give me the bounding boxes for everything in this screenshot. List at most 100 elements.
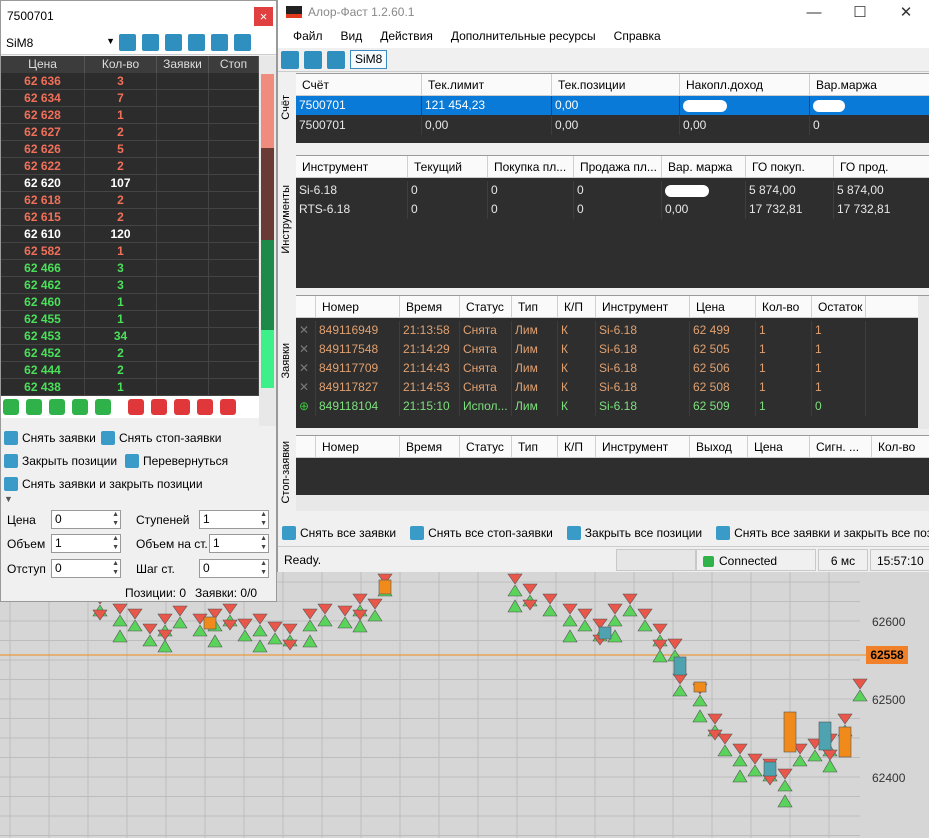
row-orders[interactable] — [157, 73, 209, 90]
order-book-row[interactable]: 62 460 1 — [1, 294, 259, 311]
col-header[interactable]: Инструмент — [596, 436, 690, 458]
order-book-row[interactable]: 62 626 5 — [1, 141, 259, 158]
order-book-row[interactable]: 62 453 34 — [1, 328, 259, 345]
order-book-row[interactable]: 62 620 107 — [1, 175, 259, 192]
row-orders[interactable] — [157, 243, 209, 260]
row-orders[interactable] — [157, 124, 209, 141]
row-stops[interactable] — [209, 192, 259, 209]
order-book-row[interactable]: 62 455 1 — [1, 311, 259, 328]
row-price[interactable]: 62 628 — [1, 107, 85, 124]
row-stops[interactable] — [209, 345, 259, 362]
order-book-row[interactable]: 62 622 2 — [1, 158, 259, 175]
order-book-row[interactable]: 62 462 3 — [1, 277, 259, 294]
row-stops[interactable] — [209, 124, 259, 141]
row-orders[interactable] — [157, 294, 209, 311]
col-header[interactable]: ГО покуп. — [746, 156, 834, 178]
chart-icon[interactable] — [327, 50, 345, 69]
row-orders[interactable] — [157, 141, 209, 158]
menu-resources[interactable]: Дополнительные ресурсы — [442, 29, 605, 43]
row-orders[interactable] — [157, 192, 209, 209]
order-book-row[interactable]: 62 634 7 — [1, 90, 259, 107]
row-orders[interactable] — [157, 328, 209, 345]
row-stops[interactable] — [209, 311, 259, 328]
table-row[interactable]: 7500701 0,00 0,00 0,00 0 — [296, 116, 929, 135]
col-header[interactable]: Выход — [690, 436, 748, 458]
col-header[interactable]: Вар. маржа — [662, 156, 746, 178]
col-header[interactable]: Время — [400, 436, 460, 458]
order-book-row[interactable]: 62 615 2 — [1, 209, 259, 226]
close-button[interactable]: ✕ — [883, 3, 929, 21]
col-header[interactable]: Накопл.доход — [680, 74, 810, 96]
row-stops[interactable] — [209, 73, 259, 90]
buy-chart-icon[interactable] — [95, 399, 111, 415]
row-price[interactable]: 62 610 — [1, 226, 85, 243]
step-stepper[interactable]: 0 — [199, 559, 269, 578]
col-header[interactable]: Вар.маржа — [810, 74, 929, 96]
row-price[interactable]: 62 582 — [1, 243, 85, 260]
col-header[interactable]: Статус — [460, 296, 512, 318]
row-price[interactable]: 62 622 — [1, 158, 85, 175]
row-orders[interactable] — [157, 175, 209, 192]
col-header[interactable]: К/П — [558, 296, 596, 318]
order-row[interactable]: ✕ 849116949 21:13:58 Снята Лим К Si-6.18 62 499… — [296, 321, 929, 340]
cancel-stops-button[interactable]: Снять стоп-заявки — [101, 431, 221, 445]
cancel-all-orders-button[interactable]: Снять все заявки — [278, 526, 396, 540]
pin-icon[interactable] — [119, 34, 136, 51]
row-orders[interactable] — [157, 226, 209, 243]
order-row[interactable]: ✕ 849117548 21:14:29 Снята Лим К Si-6.18 62 505… — [296, 340, 929, 359]
cancel-and-close-all-button[interactable]: Снять все заявки и закрыть все позиции — [712, 526, 929, 540]
row-price[interactable]: 62 466 — [1, 260, 85, 277]
col-header[interactable]: Тек.лимит — [422, 74, 552, 96]
price-chart[interactable]: 62600 62500 62400 62558 — [0, 572, 929, 838]
maximize-button[interactable]: ☐ — [837, 3, 883, 21]
row-stops[interactable] — [209, 158, 259, 175]
col-header[interactable]: Сигн. ... — [810, 436, 872, 458]
col-header[interactable]: Счёт — [296, 74, 422, 96]
col-header[interactable]: Остаток — [812, 296, 866, 318]
center-icon[interactable] — [165, 34, 182, 51]
col-header[interactable]: Продажа пл... — [574, 156, 662, 178]
order-book-scrollbar[interactable] — [259, 56, 276, 426]
col-header[interactable]: Статус — [460, 436, 512, 458]
order-book-row[interactable]: 62 627 2 — [1, 124, 259, 141]
orders-grid[interactable]: Номер Время Статус Тип К/П Инструмент Це… — [296, 295, 929, 429]
menu-actions[interactable]: Действия — [371, 29, 442, 43]
col-header[interactable]: Тип — [512, 296, 558, 318]
row-stops[interactable] — [209, 107, 259, 124]
order-book-row[interactable]: 62 466 3 — [1, 260, 259, 277]
order-book-row[interactable]: 62 628 1 — [1, 107, 259, 124]
order-row[interactable]: ✕ 849117827 21:14:53 Снята Лим К Si-6.18 62 508… — [296, 378, 929, 397]
row-price[interactable]: 62 618 — [1, 192, 85, 209]
vol-step-stepper[interactable]: 1 — [209, 534, 269, 553]
buy-auto-icon[interactable] — [49, 399, 65, 415]
col-header[interactable]: Время — [400, 296, 460, 318]
stop-orders-grid[interactable]: Номер Время Статус Тип К/П Инструмент Вы… — [296, 435, 929, 495]
col-header[interactable]: Номер — [316, 436, 400, 458]
order-row[interactable]: ⊕ 849118104 21:15:10 Испол... Лим К Si-6.18 62 … — [296, 397, 929, 416]
row-price[interactable]: 62 626 — [1, 141, 85, 158]
col-header[interactable]: Цена — [748, 436, 810, 458]
order-book-row[interactable]: 62 582 1 — [1, 243, 259, 260]
order-book-row[interactable]: 62 610 120 — [1, 226, 259, 243]
col-header[interactable]: Цена — [690, 296, 756, 318]
row-price[interactable]: 62 460 — [1, 294, 85, 311]
price-stepper[interactable]: 0 — [51, 510, 121, 529]
buy-market-icon[interactable] — [3, 399, 19, 415]
close-all-positions-button[interactable]: Закрыть все позиции — [563, 526, 702, 540]
row-orders[interactable] — [157, 311, 209, 328]
row-orders[interactable] — [157, 90, 209, 107]
order-book-row[interactable]: 62 636 3 — [1, 73, 259, 90]
symbol-select[interactable]: SiM8 ▼ — [1, 36, 119, 50]
orders-scrollbar[interactable] — [918, 296, 929, 429]
symbol-tab[interactable]: SiM8 — [350, 50, 388, 69]
settings-icon[interactable] — [188, 34, 205, 51]
buy-reverse-icon[interactable] — [26, 399, 42, 415]
row-price[interactable]: 62 615 — [1, 209, 85, 226]
stop-orders-hscroll[interactable] — [296, 495, 929, 511]
row-stops[interactable] — [209, 328, 259, 345]
cancel-orders-button[interactable]: Снять заявки — [4, 431, 96, 445]
row-orders[interactable] — [157, 345, 209, 362]
volume-stepper[interactable]: 1 — [51, 534, 121, 553]
row-price[interactable]: 62 444 — [1, 362, 85, 379]
steps-stepper[interactable]: 1 — [199, 510, 269, 529]
